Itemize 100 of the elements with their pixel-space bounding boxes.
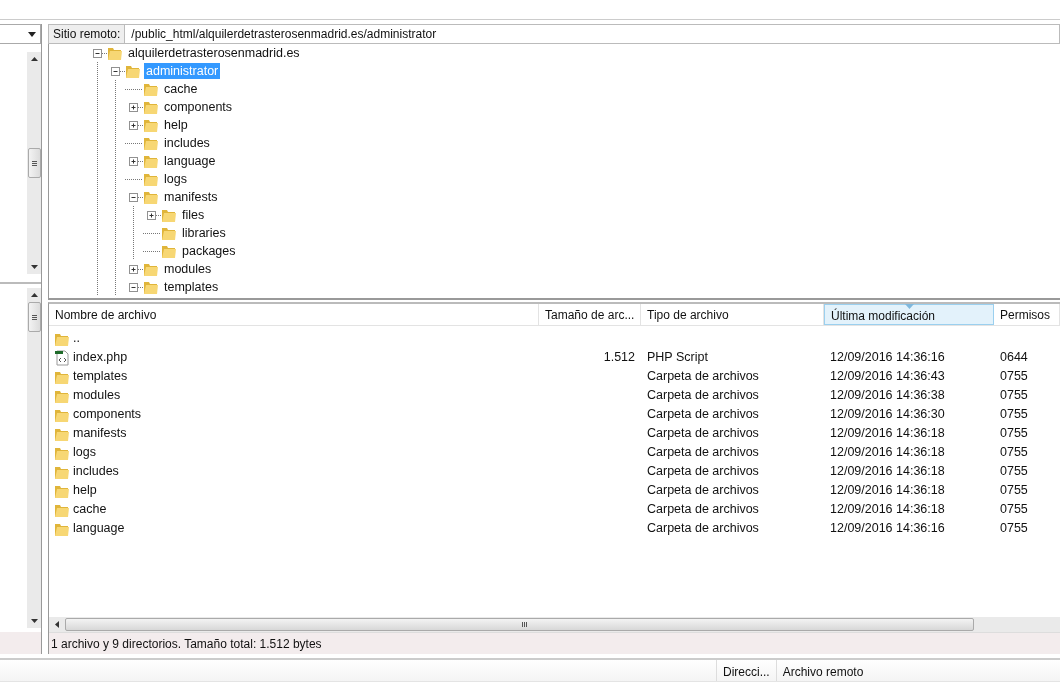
folder-name[interactable]: .. <box>73 329 80 348</box>
script-file-icon <box>54 349 70 366</box>
scrollbar-thumb[interactable] <box>65 618 974 631</box>
tree-item[interactable]: help <box>162 117 190 133</box>
modified-date: 12/09/2016 14:36:18 <box>830 502 945 517</box>
file-type: Carpeta de archivos <box>647 445 759 460</box>
folder-name[interactable]: modules <box>73 386 121 405</box>
permissions: 0755 <box>1000 445 1028 460</box>
tree-item[interactable]: includes <box>162 135 212 151</box>
folder-icon <box>143 261 159 277</box>
file-type: Carpeta de archivos <box>647 521 759 536</box>
tree-item[interactable]: logs <box>162 171 189 187</box>
dropdown-arrow-icon <box>28 31 36 37</box>
horizontal-scrollbar[interactable] <box>49 617 1060 632</box>
folder-icon <box>143 153 159 169</box>
folder-name[interactable]: help <box>73 481 97 500</box>
modified-date: 12/09/2016 14:36:38 <box>830 388 945 403</box>
modified-date: 12/09/2016 14:36:16 <box>830 521 945 536</box>
file-type: Carpeta de archivos <box>647 483 759 498</box>
folder-name[interactable]: templates <box>73 367 128 386</box>
file-type: Carpeta de archivos <box>647 369 759 384</box>
file-name[interactable]: index.php <box>73 348 128 367</box>
column-header[interactable]: Tamaño de arc... <box>539 304 641 325</box>
remote-site-label: Sitio remoto: <box>48 24 126 44</box>
permissions: 0755 <box>1000 426 1028 441</box>
file-type: PHP Script <box>647 350 708 365</box>
collapse-toggle[interactable] <box>111 66 120 76</box>
file-type: Carpeta de archivos <box>647 426 759 441</box>
permissions: 0755 <box>1000 464 1028 479</box>
tree-item[interactable]: alquilerdetrasterosenmadrid.es <box>126 45 302 61</box>
folder-name[interactable]: components <box>73 405 142 424</box>
folder-icon <box>143 117 159 133</box>
tree-item[interactable]: files <box>180 207 207 223</box>
expand-toggle[interactable] <box>129 156 138 166</box>
folder-icon <box>143 81 159 97</box>
permissions: 0755 <box>1000 521 1028 536</box>
modified-date: 12/09/2016 14:36:18 <box>830 464 945 479</box>
folder-name[interactable]: includes <box>73 462 119 481</box>
permissions: 0755 <box>1000 369 1028 384</box>
tree-item[interactable]: templates <box>162 279 221 295</box>
dropdown-field[interactable] <box>0 24 41 44</box>
scrollbar-thumb[interactable] <box>27 148 41 178</box>
status-bar: 1 archivo y 9 directorios. Tamaño total: 1.512 bytes <box>49 632 1060 654</box>
permissions: 0755 <box>1000 483 1028 498</box>
tree-item[interactable]: modules <box>162 261 214 277</box>
file-type: Carpeta de archivos <box>647 388 759 403</box>
collapse-toggle[interactable] <box>93 48 102 58</box>
vertical-scrollbar[interactable] <box>27 52 41 274</box>
modified-date: 12/09/2016 14:36:43 <box>830 369 945 384</box>
scroll-left-icon[interactable] <box>55 621 59 628</box>
expand-toggle[interactable] <box>129 120 138 130</box>
folder-name[interactable]: language <box>73 519 125 538</box>
folder-name[interactable]: logs <box>73 443 96 462</box>
folder-icon <box>143 135 159 151</box>
file-type: Carpeta de archivos <box>647 407 759 422</box>
folder-icon <box>143 99 159 115</box>
folder-icon <box>107 45 123 61</box>
expand-toggle[interactable] <box>129 264 138 274</box>
column-header[interactable]: Nombre de archivo <box>49 304 539 325</box>
permissions: 0755 <box>1000 502 1028 517</box>
tree-item[interactable]: libraries <box>180 225 228 241</box>
column-header[interactable]: Permisos <box>994 304 1060 325</box>
column-header[interactable]: Direcci... <box>716 660 776 681</box>
folder-icon <box>161 225 177 241</box>
folder-icon <box>143 279 159 295</box>
column-header[interactable]: Archivo remoto <box>775 660 870 681</box>
file-size: 1.512 <box>603 350 635 365</box>
scroll-down-icon[interactable] <box>30 619 38 623</box>
tree-item[interactable]: cache <box>162 81 200 97</box>
permissions: 0755 <box>1000 407 1028 422</box>
status-bar <box>0 632 41 654</box>
folder-name[interactable]: manifests <box>73 424 127 443</box>
collapse-toggle[interactable] <box>129 282 138 292</box>
sort-arrow-icon <box>905 304 914 309</box>
folder-icon <box>125 63 141 79</box>
vertical-scrollbar[interactable] <box>27 288 41 628</box>
expand-toggle[interactable] <box>147 210 156 220</box>
collapse-toggle[interactable] <box>129 192 138 202</box>
tree-item[interactable]: manifests <box>162 189 220 205</box>
folder-icon <box>161 207 177 223</box>
permissions: 0755 <box>1000 388 1028 403</box>
folder-icon <box>143 171 159 187</box>
permissions: 0644 <box>1000 350 1028 365</box>
remote-path-field[interactable]: /public_html/alquilerdetrasterosenmadrid.es/administrator <box>125 24 1060 44</box>
folder-name[interactable]: cache <box>73 500 107 519</box>
tree-item[interactable]: language <box>162 153 218 169</box>
expand-toggle[interactable] <box>129 102 138 112</box>
modified-date: 12/09/2016 14:36:18 <box>830 445 945 460</box>
modified-date: 12/09/2016 14:36:18 <box>830 426 945 441</box>
tree-item[interactable]: components <box>162 99 235 115</box>
scroll-up-icon[interactable] <box>30 293 38 297</box>
modified-date: 12/09/2016 14:36:30 <box>830 407 945 422</box>
modified-date: 12/09/2016 14:36:18 <box>830 483 945 498</box>
scroll-up-icon[interactable] <box>30 57 38 61</box>
file-type: Carpeta de archivos <box>647 464 759 479</box>
scroll-down-icon[interactable] <box>30 265 38 269</box>
scrollbar-thumb[interactable] <box>27 302 41 332</box>
tree-item[interactable]: packages <box>180 243 238 259</box>
column-header[interactable]: Última modificación <box>824 304 994 325</box>
folder-icon <box>161 243 177 259</box>
